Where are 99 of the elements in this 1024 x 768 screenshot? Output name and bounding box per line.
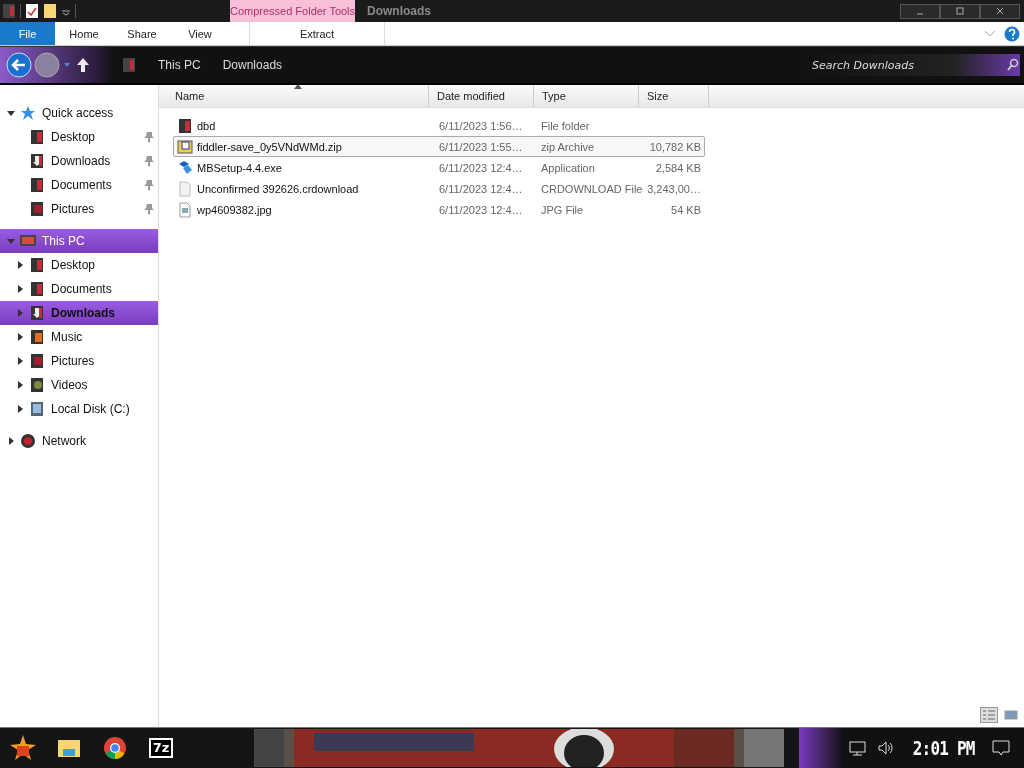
folder-icon	[57, 737, 81, 759]
file-size: 3,243,00…	[646, 182, 701, 195]
file-type: CRDOWNLOAD File	[541, 182, 641, 195]
app-icon	[2, 3, 16, 19]
network-icon[interactable]	[848, 740, 867, 756]
file-size: 54 KB	[670, 203, 701, 216]
file-name: Unconfirmed 392626.crdownload	[197, 182, 359, 195]
file-size: 10,782 KB	[648, 140, 701, 153]
nav-item[interactable]: Quick access	[0, 101, 158, 125]
star-icon	[20, 105, 36, 121]
nav-item[interactable]: Network	[0, 429, 158, 453]
nav-item[interactable]: Local Disk (C:)	[0, 397, 158, 421]
folder-icon	[29, 177, 45, 193]
up-icon[interactable]	[74, 56, 92, 74]
column-header[interactable]: Type	[534, 85, 639, 107]
start-logo-icon	[9, 734, 37, 762]
folder-icon	[177, 117, 193, 134]
file-name: fiddler-save_0y5VNdWMd.zip	[197, 140, 342, 153]
file-name: wp4609382.jpg	[197, 203, 272, 216]
file-date: 6/11/2023 1:55…	[439, 140, 524, 153]
nav-item[interactable]: Pictures	[0, 349, 158, 373]
maximize-icon	[956, 7, 964, 15]
file-row[interactable]: dbd 6/11/2023 1:56… File folder	[173, 115, 705, 136]
image-file-icon	[177, 201, 193, 218]
breadcrumb[interactable]: This PC	[158, 58, 201, 72]
large-icons-view-button[interactable]	[1002, 707, 1020, 723]
nav-item[interactable]: Desktop	[0, 125, 158, 149]
folder-icon	[29, 281, 45, 297]
file-date: 6/11/2023 12:4…	[439, 203, 524, 216]
file-name: dbd	[197, 119, 216, 132]
file-name: MBSetup-4.4.exe	[197, 161, 282, 174]
file-row[interactable]: MBSetup-4.4.exe 6/11/2023 12:4… Application 2,584 KB	[173, 157, 705, 178]
ribbon-tab[interactable]: Extract	[249, 22, 385, 45]
back-icon[interactable]	[6, 52, 32, 78]
videos-icon	[29, 377, 45, 393]
file-date: 6/11/2023 12:4…	[439, 161, 524, 174]
collapsed-arrow-icon[interactable]	[16, 285, 24, 293]
archiver-button[interactable]: 7z	[138, 730, 184, 766]
sort-arrow-icon	[292, 83, 303, 89]
collapsed-arrow-icon[interactable]	[16, 357, 24, 365]
file-type: zip Archive	[541, 140, 596, 153]
column-header[interactable]: Size	[639, 85, 709, 107]
expanded-arrow-icon[interactable]	[7, 109, 15, 117]
file-date: 6/11/2023 12:4…	[439, 182, 524, 195]
collapsed-arrow-icon[interactable]	[16, 261, 24, 269]
monitor-icon	[20, 233, 36, 249]
downloads-folder-icon	[122, 57, 136, 73]
column-header[interactable]: Date modified	[429, 85, 534, 107]
window-title: Downloads	[366, 3, 432, 20]
volume-icon[interactable]	[876, 740, 895, 756]
maximize-button[interactable]	[940, 3, 980, 19]
file-icon	[177, 180, 193, 197]
collapsed-arrow-icon[interactable]	[7, 437, 15, 445]
collapsed-arrow-icon[interactable]	[16, 333, 24, 341]
details-icon	[982, 709, 996, 721]
file-size: 2,584 KB	[654, 161, 701, 174]
ribbon-tab[interactable]: File	[0, 22, 55, 45]
download-icon	[29, 305, 45, 321]
zip-icon	[177, 138, 193, 155]
notification-icon[interactable]	[992, 740, 1010, 756]
column-header[interactable]: Name	[167, 85, 429, 107]
download-icon	[29, 153, 45, 169]
file-type: JPG File	[541, 203, 585, 216]
nav-item[interactable]: Desktop	[0, 253, 158, 277]
file-date: 6/11/2023 1:56…	[439, 119, 524, 132]
nav-item[interactable]: Documents	[0, 277, 158, 301]
nav-item[interactable]: Downloads	[0, 149, 158, 173]
properties-icon[interactable]	[25, 3, 39, 19]
ribbon-tab[interactable]: Share	[113, 22, 171, 45]
nav-item[interactable]: Downloads	[0, 301, 158, 325]
nav-item[interactable]: Documents	[0, 173, 158, 197]
folder-icon	[29, 129, 45, 145]
collapsed-arrow-icon[interactable]	[16, 405, 24, 413]
help-icon[interactable]	[1004, 25, 1020, 42]
file-row[interactable]: wp4609382.jpg 6/11/2023 12:4… JPG File 54 KB	[173, 199, 705, 220]
thumbnail-icon	[1004, 709, 1018, 721]
music-icon	[29, 329, 45, 345]
ribbon-tab[interactable]: View	[171, 22, 229, 45]
contextual-tab-label: Compressed Folder Tools	[230, 0, 355, 22]
close-icon	[996, 7, 1004, 15]
nav-item[interactable]: Videos	[0, 373, 158, 397]
new-folder-icon[interactable]	[43, 3, 57, 19]
nav-item[interactable]: Music	[0, 325, 158, 349]
ribbon-tab[interactable]: Home	[55, 22, 113, 45]
search-icon[interactable]	[1006, 58, 1020, 72]
file-type: File folder	[541, 119, 591, 132]
file-row[interactable]: Unconfirmed 392626.crdownload 6/11/2023 12:4… CRDOWNLOAD File 3,243,00…	[173, 178, 705, 199]
folder-icon	[29, 257, 45, 273]
browser-icon	[103, 736, 127, 760]
nav-item[interactable]: Pictures	[0, 197, 158, 221]
nav-item[interactable]: This PC	[0, 229, 158, 253]
file-row[interactable]: fiddler-save_0y5VNdWMd.zip 6/11/2023 1:55… zip Archive 10,782 KB	[173, 136, 705, 157]
pictures-icon	[29, 201, 45, 217]
forward-icon[interactable]	[34, 52, 60, 78]
clock[interactable]: 2:01 PM	[912, 736, 975, 760]
collapsed-arrow-icon[interactable]	[16, 381, 24, 389]
pictures-icon	[29, 353, 45, 369]
file-type: Application	[541, 161, 596, 174]
breadcrumb[interactable]: Downloads	[222, 58, 283, 72]
